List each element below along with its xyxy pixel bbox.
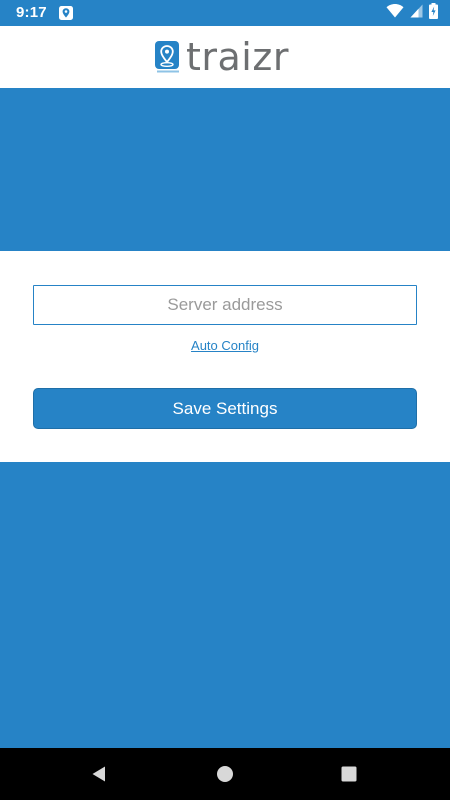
- top-banner: [0, 88, 450, 251]
- navigation-bar: [0, 748, 450, 800]
- back-icon[interactable]: [87, 762, 111, 786]
- app-logo: traizr: [154, 36, 289, 78]
- recents-icon[interactable]: [337, 762, 361, 786]
- signal-icon: [410, 4, 423, 23]
- map-pin-logo-icon: [154, 40, 184, 74]
- battery-charging-icon: [429, 2, 438, 24]
- home-icon[interactable]: [213, 762, 237, 786]
- app-header: traizr: [0, 26, 450, 88]
- location-pin-icon: [58, 5, 74, 21]
- status-icons: [386, 2, 438, 24]
- settings-form: Auto Config Save Settings: [0, 251, 450, 462]
- save-settings-button[interactable]: Save Settings: [33, 388, 417, 429]
- logo-text: traizr: [186, 35, 289, 79]
- auto-config-row: Auto Config: [0, 338, 450, 354]
- status-bar: 9:17: [0, 0, 450, 26]
- auto-config-link[interactable]: Auto Config: [191, 338, 259, 353]
- status-time: 9:17: [16, 4, 47, 21]
- bottom-background: [0, 462, 450, 748]
- server-address-input[interactable]: [33, 285, 417, 325]
- wifi-icon: [386, 3, 404, 23]
